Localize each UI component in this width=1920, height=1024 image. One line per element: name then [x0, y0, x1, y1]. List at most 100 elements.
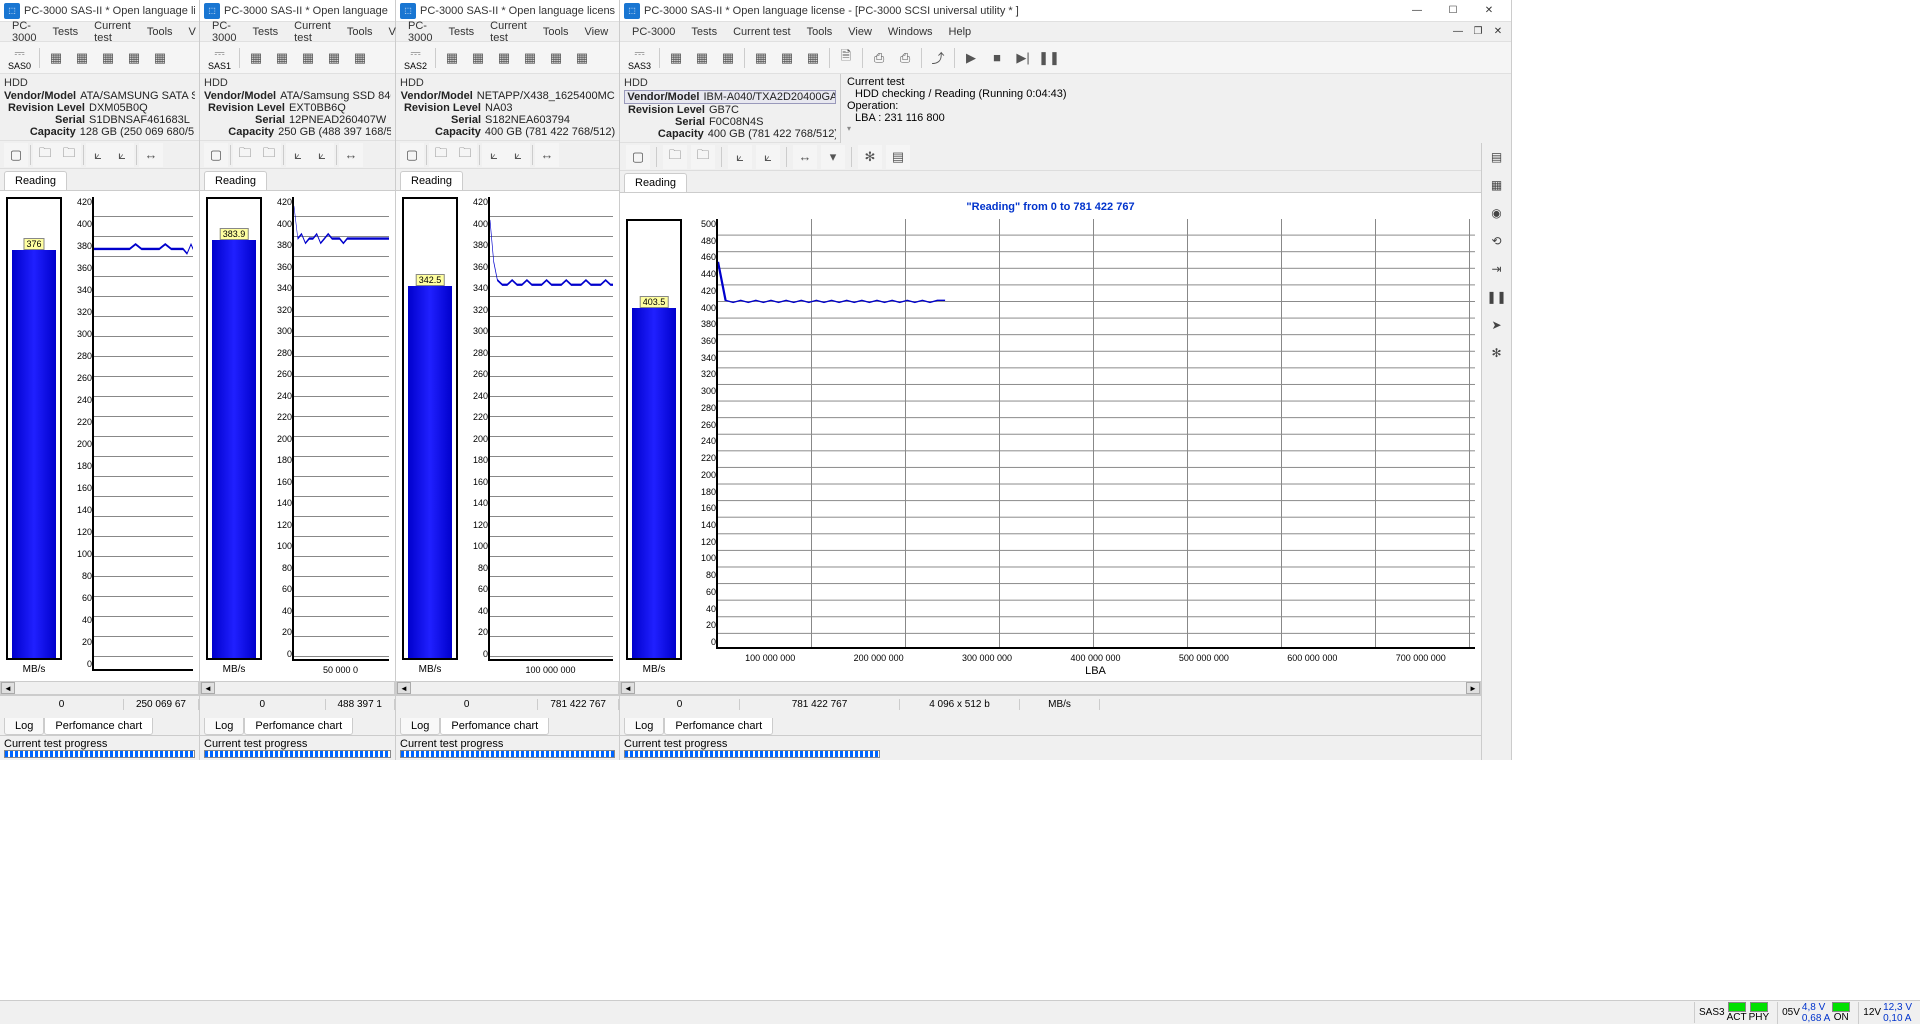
speed-line-chart: 4204003803603403203002802602402202001801…	[92, 197, 193, 671]
chart-tool-icon[interactable]: ⟀	[728, 145, 752, 169]
tab-log[interactable]: Log	[624, 718, 664, 735]
toolbar-btn[interactable]: ▦	[775, 46, 799, 70]
menu-tools[interactable]: Tools	[139, 24, 181, 40]
menu-help[interactable]: Help	[941, 24, 980, 40]
chart-toolbar: ▢ 🗀 🗀 ⟀ ⟀ ↔ ▾ ✻ ▤	[620, 143, 1481, 171]
toolbar-btn[interactable]: ▦	[664, 46, 688, 70]
child-minimize[interactable]: —	[1449, 25, 1467, 39]
save-icon[interactable]: 🗀	[691, 145, 715, 169]
side-toolbar: ▤ ▦ ◉ ⟲ ⇥ ❚❚ ➤ ✻	[1481, 143, 1511, 760]
side-tool-icon[interactable]: ◉	[1487, 203, 1507, 223]
toolbar-btn[interactable]: ▦	[749, 46, 773, 70]
chart-toolbar: ▢ 🗀 🗀 ⟀ ⟀ ↔	[0, 141, 199, 169]
child-restore[interactable]: ❐	[1469, 25, 1487, 39]
titlebar[interactable]: ⬚ PC-3000 SAS-II * Open language license…	[620, 0, 1511, 22]
speed-line-chart: 5004804604404204003803603403203002802602…	[716, 219, 1475, 649]
window-sas0: ⬚ PC-3000 SAS-II * Open language license…	[0, 0, 200, 760]
window-sas1: ⬚PC-3000 SAS-II * Open language license …	[200, 0, 396, 760]
toolbar-btn[interactable]: 🗎	[834, 46, 858, 70]
toolbar-btn[interactable]: ▦	[70, 46, 94, 70]
side-tool-icon[interactable]: ⇥	[1487, 259, 1507, 279]
side-settings-icon[interactable]: ✻	[1487, 343, 1507, 363]
tool-icon[interactable]: ▢	[4, 143, 28, 167]
sheet-icon[interactable]: ▤	[886, 145, 910, 169]
h-scrollbar[interactable]: ◄►	[620, 681, 1481, 695]
menu-view[interactable]: View	[840, 24, 880, 40]
tool-icon[interactable]: ▢	[626, 145, 650, 169]
settings-icon[interactable]: ✻	[858, 145, 882, 169]
y-axis-ticks: 5004804604404204003803603403203002802602…	[690, 219, 716, 647]
toolbar-btn[interactable]: ▦	[96, 46, 120, 70]
app-icon: ⬚	[4, 3, 20, 19]
play-button[interactable]: ▶	[959, 46, 983, 70]
menu-windows[interactable]: Windows	[880, 24, 941, 40]
tab-log[interactable]: Log	[4, 718, 44, 735]
close-button[interactable]: ✕	[1471, 1, 1507, 21]
hdd-info: HDD Vendor/ModelIBM-A040/TXA2D20400GA6I …	[620, 74, 840, 143]
tab-performance[interactable]: Perfomance chart	[44, 718, 153, 735]
child-close[interactable]: ✕	[1489, 25, 1507, 39]
menubar: PC-3000 Tests Current test Tools V	[0, 22, 199, 42]
status-bar: SAS3 ACT PHY 05V 4,8 V0,68 A ON 12V 12,3…	[0, 1000, 1920, 1024]
window-sas2: ⬚PC-3000 SAS-II * Open language license …	[396, 0, 620, 760]
hdd-info: HDD Vendor/ModelATA/SAMSUNG SATA SSD Rev…	[0, 74, 199, 141]
x-axis-ticks: 100 000 000200 000 000300 000 000400 000…	[714, 651, 1477, 665]
tool-icon[interactable]: 🗀	[57, 143, 81, 167]
act-led	[1728, 1002, 1746, 1012]
side-tool-icon[interactable]: ➤	[1487, 315, 1507, 335]
tab-reading[interactable]: Reading	[624, 173, 687, 192]
menu-tools[interactable]: Tools	[339, 24, 381, 40]
h-scrollbar[interactable]: ◄	[0, 681, 199, 695]
tool-icon[interactable]: ⟀	[110, 143, 134, 167]
window-title: PC-3000 SAS-II * Open language license -…	[644, 5, 1399, 17]
side-tool-icon[interactable]: ▤	[1487, 147, 1507, 167]
main-toolbar: ⎓SAS0 ▦ ▦ ▦ ▦ ▦	[0, 42, 199, 74]
window-title: PC-3000 SAS-II * Open language license -…	[24, 5, 195, 17]
chart-title: "Reading" from 0 to 781 422 767	[624, 197, 1477, 217]
menu-pc3000[interactable]: PC-3000	[624, 24, 683, 40]
speed-bar: 403.5	[626, 219, 682, 660]
tool-icon[interactable]: ⟀	[86, 143, 110, 167]
menu-tests[interactable]: Tests	[44, 24, 86, 40]
side-pause-icon[interactable]: ❚❚	[1487, 287, 1507, 307]
dropdown-icon[interactable]: ▾	[821, 145, 845, 169]
side-tool-reset-icon[interactable]: ⟲	[1487, 231, 1507, 251]
toolbar-exit-icon[interactable]: ⤴	[926, 46, 950, 70]
tool-icon[interactable]: 🗀	[33, 143, 57, 167]
open-icon[interactable]: 🗀	[663, 145, 687, 169]
step-button[interactable]: ▶|	[1011, 46, 1035, 70]
toolbar-btn[interactable]: ▦	[690, 46, 714, 70]
toolbar-btn[interactable]: ▦	[122, 46, 146, 70]
tab-reading[interactable]: Reading	[4, 171, 67, 190]
current-test-panel: Current test HDD checking / Reading (Run…	[840, 74, 1511, 143]
bar-value-label: 403.5	[640, 296, 669, 308]
phy-led	[1750, 1002, 1768, 1012]
sas-port-label: ⎓SAS0	[4, 45, 35, 71]
side-tool-icon[interactable]: ▦	[1487, 175, 1507, 195]
tab-performance[interactable]: Perfomance chart	[664, 718, 773, 735]
menu-tests[interactable]: Tests	[683, 24, 725, 40]
toolbar-btn[interactable]: ▦	[44, 46, 68, 70]
toolbar-btn[interactable]: ▦	[716, 46, 740, 70]
tool-icon[interactable]: ↔	[139, 143, 163, 167]
y-axis-ticks: 4204003803603403203002802602402202001801…	[66, 197, 92, 669]
toolbar-btn[interactable]: ⎙	[867, 46, 891, 70]
v05-led	[1832, 1002, 1850, 1012]
menu-tools[interactable]: Tools	[799, 24, 841, 40]
minimize-button[interactable]: —	[1399, 1, 1435, 21]
progress-bar	[4, 750, 195, 758]
menu-tests[interactable]: Tests	[244, 24, 286, 40]
speed-bar: 376	[6, 197, 62, 660]
toolbar-btn[interactable]: ▦	[148, 46, 172, 70]
pause-button[interactable]: ❚❚	[1037, 46, 1061, 70]
toolbar-btn[interactable]: ▦	[801, 46, 825, 70]
menubar: PC-3000 Tests Current test Tools View Wi…	[620, 22, 1511, 42]
progress-bar	[624, 750, 880, 758]
bar-value-label: 376	[23, 238, 44, 250]
maximize-button[interactable]: ☐	[1435, 1, 1471, 21]
chart-tool-icon[interactable]: ⟀	[756, 145, 780, 169]
toolbar-btn[interactable]: ⎙	[893, 46, 917, 70]
fit-width-icon[interactable]: ↔	[793, 145, 817, 169]
menu-current-test[interactable]: Current test	[725, 24, 798, 40]
stop-button[interactable]: ■	[985, 46, 1009, 70]
